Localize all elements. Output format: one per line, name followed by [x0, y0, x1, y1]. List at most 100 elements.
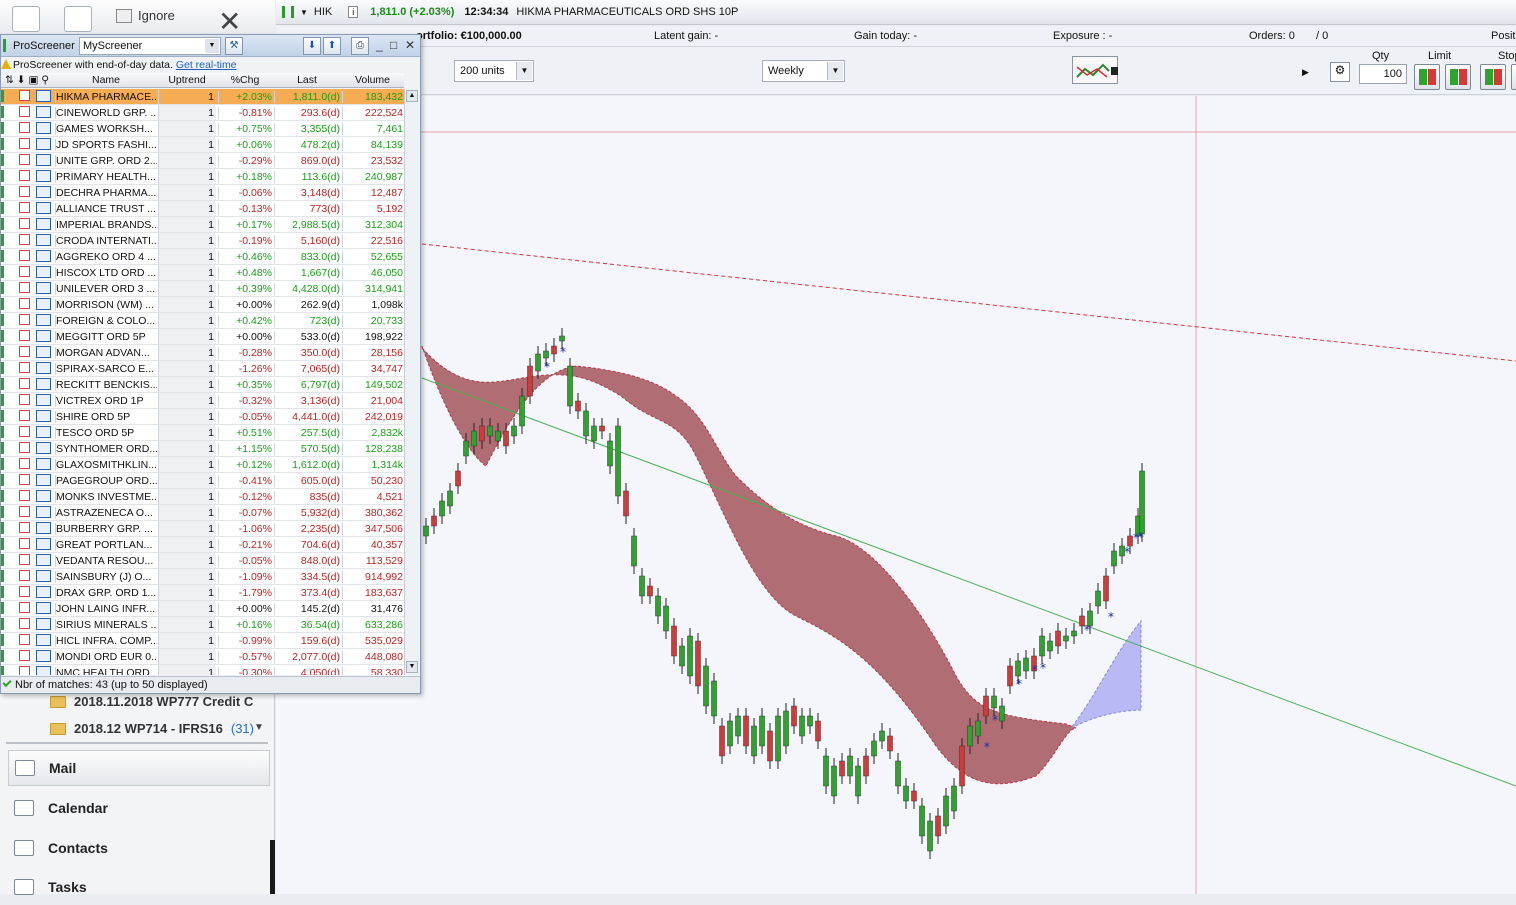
remove-icon[interactable]	[19, 298, 30, 309]
remove-icon[interactable]	[19, 602, 30, 613]
qty-input[interactable]: 100	[1359, 64, 1407, 84]
table-row[interactable]: SIRIUS MINERALS ... 1 +0.16% 36.54(d) 633,28…	[1, 617, 404, 633]
candlestick-icon[interactable]	[1, 554, 11, 566]
remove-icon[interactable]	[19, 122, 30, 133]
remove-icon[interactable]	[19, 234, 30, 245]
remove-icon[interactable]	[19, 442, 30, 453]
print-icon[interactable]: ⎙	[351, 37, 369, 55]
candlestick-icon[interactable]	[1, 618, 11, 630]
chart-icon[interactable]	[36, 538, 51, 550]
table-row[interactable]: HICL INFRA. COMP... 1 -0.99% 159.6(d) 535,02…	[1, 633, 404, 649]
chart-icon[interactable]	[36, 522, 51, 534]
results-table[interactable]: HIKMA PHARMACE... 1 +2.03% 1,811.0(d) 183,43…	[1, 89, 404, 675]
chart-icon[interactable]	[36, 362, 51, 374]
table-scrollbar[interactable]: ▲ ▼	[404, 89, 419, 675]
table-row[interactable]: JOHN LAING INFR... 1 +0.00% 145.2(d) 31,476	[1, 601, 404, 617]
collapse-arrow-icon[interactable]: ▶	[1302, 67, 1309, 78]
folder-item[interactable]: 2018.11.2018 WP777 Credit C	[50, 694, 253, 709]
remove-icon[interactable]	[19, 426, 30, 437]
candlestick-icon[interactable]	[1, 410, 11, 422]
orders-count-2[interactable]: / 0	[1316, 30, 1328, 42]
table-row[interactable]: MORGAN ADVAN... 1 -0.28% 350.0(d) 28,156	[1, 345, 404, 361]
remove-icon[interactable]	[19, 106, 30, 117]
chart-icon[interactable]	[36, 474, 51, 486]
remove-icon[interactable]	[19, 138, 30, 149]
stop-buy-button[interactable]	[1480, 64, 1506, 90]
candlestick-icon[interactable]	[1, 474, 11, 486]
chart-icon[interactable]	[36, 186, 51, 198]
wrench-icon[interactable]: ⚙	[1330, 62, 1350, 82]
remove-icon[interactable]	[19, 218, 30, 229]
chart-icon[interactable]	[36, 426, 51, 438]
candlestick-icon[interactable]	[1, 426, 11, 438]
candlestick-icon[interactable]	[1, 202, 11, 214]
chart-icon[interactable]	[36, 634, 51, 646]
chart-icon[interactable]	[36, 202, 51, 214]
envelope-icon[interactable]	[12, 6, 40, 32]
remove-icon[interactable]	[19, 410, 30, 421]
remove-icon[interactable]	[19, 538, 30, 549]
remove-icon[interactable]	[19, 282, 30, 293]
chart-icon[interactable]	[36, 282, 51, 294]
candlestick-icon[interactable]	[1, 458, 11, 470]
chart-icon[interactable]	[36, 234, 51, 246]
candlestick-icon[interactable]	[1, 442, 11, 454]
remove-icon[interactable]	[19, 202, 30, 213]
candlestick-icon[interactable]	[1, 234, 11, 246]
table-row[interactable]: AGGREKO ORD 4 ... 1 +0.46% 833.0(d) 52,655	[1, 249, 404, 265]
candlestick-icon[interactable]	[1, 282, 11, 294]
remove-icon[interactable]	[19, 554, 30, 565]
candlestick-icon[interactable]	[1, 218, 11, 230]
chart-icon[interactable]	[36, 394, 51, 406]
table-row[interactable]: VICTREX ORD 1P 1 -0.32% 3,136(d) 21,004	[1, 393, 404, 409]
chart-icon[interactable]	[36, 618, 51, 630]
table-row[interactable]: CINEWORLD GRP. ... 1 -0.81% 293.6(d) 222,524	[1, 105, 404, 121]
table-row[interactable]: ALLIANCE TRUST ... 1 -0.13% 773(d) 5,192	[1, 201, 404, 217]
chart-icon[interactable]	[36, 170, 51, 182]
candlestick-icon[interactable]	[1, 122, 11, 134]
info-icon[interactable]: i	[348, 6, 359, 18]
candlestick-icon[interactable]	[1, 90, 11, 102]
limit-sell-button[interactable]	[1445, 64, 1471, 90]
units-select[interactable]: 200 units ▼	[454, 60, 534, 82]
candlestick-icon[interactable]	[1, 250, 11, 262]
remove-icon[interactable]	[19, 394, 30, 405]
table-row[interactable]: MEGGITT ORD 5P 1 +0.00% 533.0(d) 198,922	[1, 329, 404, 345]
table-row[interactable]: UNITE GRP. ORD 2... 1 -0.29% 869.0(d) 23,532	[1, 153, 404, 169]
remove-icon[interactable]	[19, 378, 30, 389]
candlestick-icon[interactable]	[1, 106, 11, 118]
price-chart[interactable]: * * * * * * * * * * * *	[276, 96, 1516, 894]
table-row[interactable]: PRIMARY HEALTH... 1 +0.18% 113.6(d) 240,987	[1, 169, 404, 185]
table-row[interactable]: CRODA INTERNATI... 1 -0.19% 5,160(d) 22,516	[1, 233, 404, 249]
candlestick-icon[interactable]	[1, 586, 11, 598]
chart-icon[interactable]	[36, 122, 51, 134]
table-row[interactable]: ASTRAZENECA O... 1 -0.07% 5,932(d) 380,362	[1, 505, 404, 521]
remove-icon[interactable]	[19, 458, 30, 469]
candlestick-icon[interactable]	[1, 330, 11, 342]
table-row[interactable]: SYNTHOMER ORD... 1 +1.15% 570.5(d) 128,238	[1, 441, 404, 457]
arrow-up-icon[interactable]: ⬆	[323, 37, 341, 55]
chart-icon[interactable]	[36, 442, 51, 454]
chart-icon[interactable]	[36, 154, 51, 166]
chart-icon[interactable]	[36, 250, 51, 262]
table-row[interactable]: NMC HEALTH ORD... 1 -0.30% 4,050(d) 58,330	[1, 665, 404, 675]
chart-icon[interactable]	[36, 90, 51, 102]
get-real-time-link[interactable]: Get real-time	[176, 59, 237, 71]
table-row[interactable]: FOREIGN & COLO... 1 +0.42% 723(d) 20,733	[1, 313, 404, 329]
chart-icon[interactable]	[36, 650, 51, 662]
chart-icon[interactable]	[36, 298, 51, 310]
candlestick-icon[interactable]	[1, 378, 11, 390]
candlestick-icon[interactable]	[1, 602, 11, 614]
table-row[interactable]: GLAXOSMITHKLIN... 1 +0.12% 1,612.0(d) 1,314k	[1, 457, 404, 473]
table-row[interactable]: HIKMA PHARMACE... 1 +2.03% 1,811.0(d) 183,43…	[1, 89, 404, 105]
chart-icon[interactable]	[36, 346, 51, 358]
chart-icon[interactable]	[36, 106, 51, 118]
chart-icon[interactable]	[36, 266, 51, 278]
table-row[interactable]: RECKITT BENCKIS... 1 +0.35% 6,797(d) 149,502	[1, 377, 404, 393]
stop-sell-button[interactable]	[1511, 64, 1516, 90]
candlestick-icon[interactable]	[1, 394, 11, 406]
chart-icon[interactable]	[36, 490, 51, 502]
table-row[interactable]: DRAX GRP. ORD 1... 1 -1.79% 373.4(d) 183,637	[1, 585, 404, 601]
remove-icon[interactable]	[19, 650, 30, 661]
remove-icon[interactable]	[19, 666, 30, 675]
